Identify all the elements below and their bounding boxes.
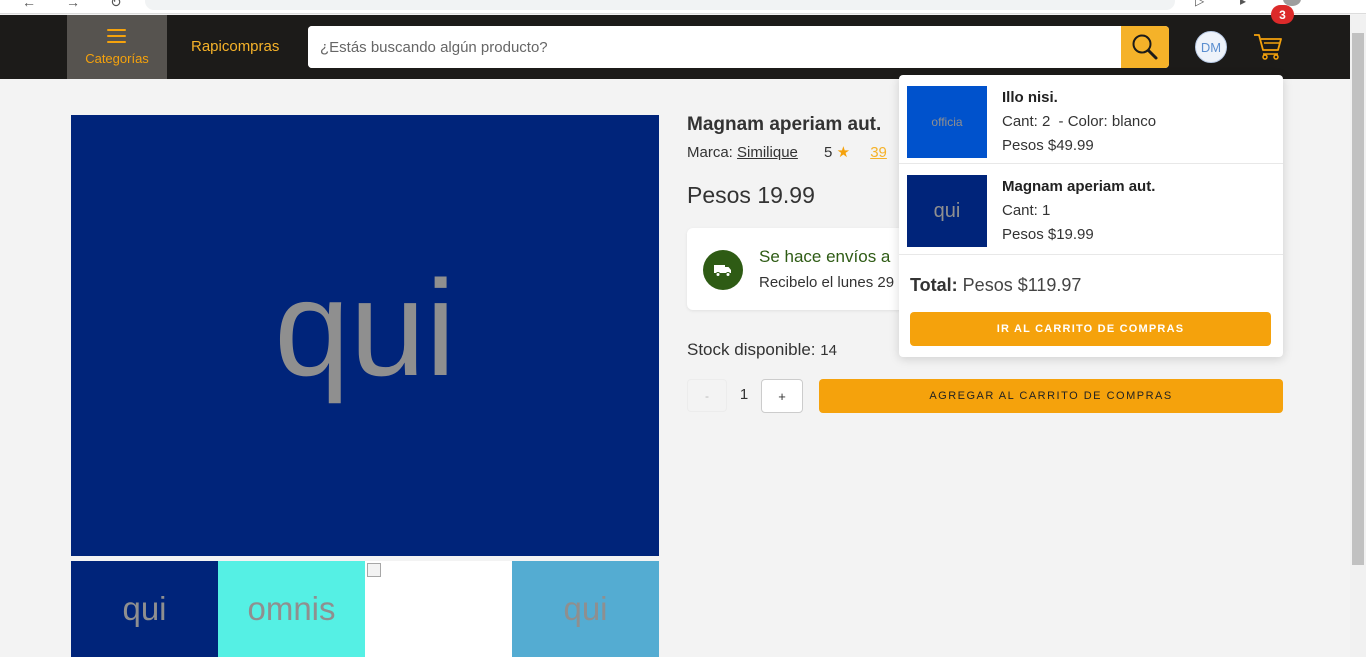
cart-item-image-text: officia — [931, 115, 963, 129]
cart-item-image: qui — [907, 175, 987, 247]
cart-item[interactable]: officia Illo nisi. Cant: 2 - Color: blan… — [899, 75, 1283, 164]
thumbnail-text: qui — [563, 590, 608, 627]
site-header: Categorías Rapicompras DM — [0, 15, 1350, 79]
truck-icon — [703, 250, 743, 290]
forward-icon[interactable]: → — [66, 0, 80, 10]
address-bar[interactable] — [145, 0, 1175, 10]
search-icon — [1132, 34, 1158, 60]
broken-image-icon — [367, 563, 381, 577]
product-thumbnail[interactable]: qui — [512, 561, 659, 657]
cart-item-image-text: qui — [933, 199, 961, 222]
rating-value: 5 — [824, 144, 833, 161]
thumbnail-text: qui — [122, 590, 167, 627]
product-main-image[interactable]: qui — [71, 115, 659, 556]
browser-toolbar: ← → ↻ ▷ ▸ — [0, 0, 1366, 14]
shipping-title: Se hace envíos a — [759, 247, 891, 266]
scrollbar-thumb[interactable] — [1352, 33, 1364, 565]
back-icon[interactable]: ← — [22, 0, 36, 10]
quantity-increase-button[interactable]: + — [761, 379, 803, 413]
extension-icon[interactable]: ▸ — [1240, 0, 1246, 8]
brand-label: Marca: — [687, 144, 733, 161]
search-input[interactable] — [308, 26, 1121, 68]
stock-value: 14 — [820, 342, 837, 359]
thumbnail-text: omnis — [247, 590, 336, 627]
cart-item-qty: Cant: 1 — [1002, 202, 1051, 219]
reload-icon[interactable]: ↻ — [110, 0, 122, 11]
cart-button[interactable] — [1252, 29, 1284, 61]
categories-label: Categorías — [85, 51, 149, 66]
cart-item[interactable]: qui Magnam aperiam aut. Cant: 1 Pesos $1… — [899, 166, 1283, 255]
shipping-subtitle: Recibelo el lunes 29 — [759, 274, 895, 291]
extension-icon[interactable]: ▷ — [1195, 0, 1204, 8]
cart-dropdown: officia Illo nisi. Cant: 2 - Color: blan… — [899, 75, 1283, 357]
cart-item-details: Cant: 2 - Color: blanco — [1002, 113, 1156, 130]
menu-icon — [107, 29, 126, 44]
product-price: Pesos 19.99 — [687, 182, 815, 208]
user-avatar[interactable]: DM — [1195, 31, 1227, 63]
product-thumbnail[interactable]: omnis — [218, 561, 365, 657]
brand-link[interactable]: Similique — [737, 144, 798, 161]
product-thumbnail[interactable] — [365, 561, 512, 657]
stock-info: Stock disponible: 14 — [687, 340, 837, 360]
page-scrollbar[interactable] — [1350, 15, 1366, 657]
main-image-text: qui — [274, 251, 456, 404]
star-icon: ★ — [836, 144, 851, 161]
product-title: Magnam aperiam aut. — [687, 114, 882, 135]
cart-item-name: Illo nisi. — [1002, 89, 1058, 106]
cart-total: Total: Pesos $119.97 — [910, 275, 1081, 296]
add-to-cart-button[interactable]: AGREGAR AL CARRITO DE COMPRAS — [819, 379, 1283, 413]
reviews-link[interactable]: 39 — [870, 144, 887, 161]
stock-label: Stock disponible: — [687, 340, 816, 359]
cart-item-price: Pesos $49.99 — [1002, 137, 1094, 154]
cart-total-label: Total: — [910, 275, 958, 295]
cart-count-badge: 3 — [1271, 5, 1294, 24]
cart-item-qty: Cant: 2 — [1002, 113, 1051, 130]
cart-item-name: Magnam aperiam aut. — [1002, 178, 1156, 195]
quantity-value: 1 — [739, 386, 749, 403]
quantity-decrease-button[interactable]: - — [687, 379, 727, 412]
go-to-cart-button[interactable]: IR AL CARRITO DE COMPRAS — [910, 312, 1271, 346]
search-button[interactable] — [1121, 26, 1169, 68]
cart-item-image: officia — [907, 86, 987, 158]
brand-logo[interactable]: Rapicompras — [191, 38, 279, 55]
search-bar — [308, 26, 1169, 68]
product-meta: Marca: Similique 5 ★ 39 — [687, 143, 887, 161]
cart-item-color: - Color: blanco — [1058, 113, 1157, 130]
cart-item-price: Pesos $19.99 — [1002, 226, 1094, 243]
product-thumbnail[interactable]: qui — [71, 561, 218, 657]
categories-button[interactable]: Categorías — [67, 15, 167, 79]
shopping-cart-icon — [1254, 34, 1282, 60]
cart-total-value: Pesos $119.97 — [962, 275, 1082, 295]
